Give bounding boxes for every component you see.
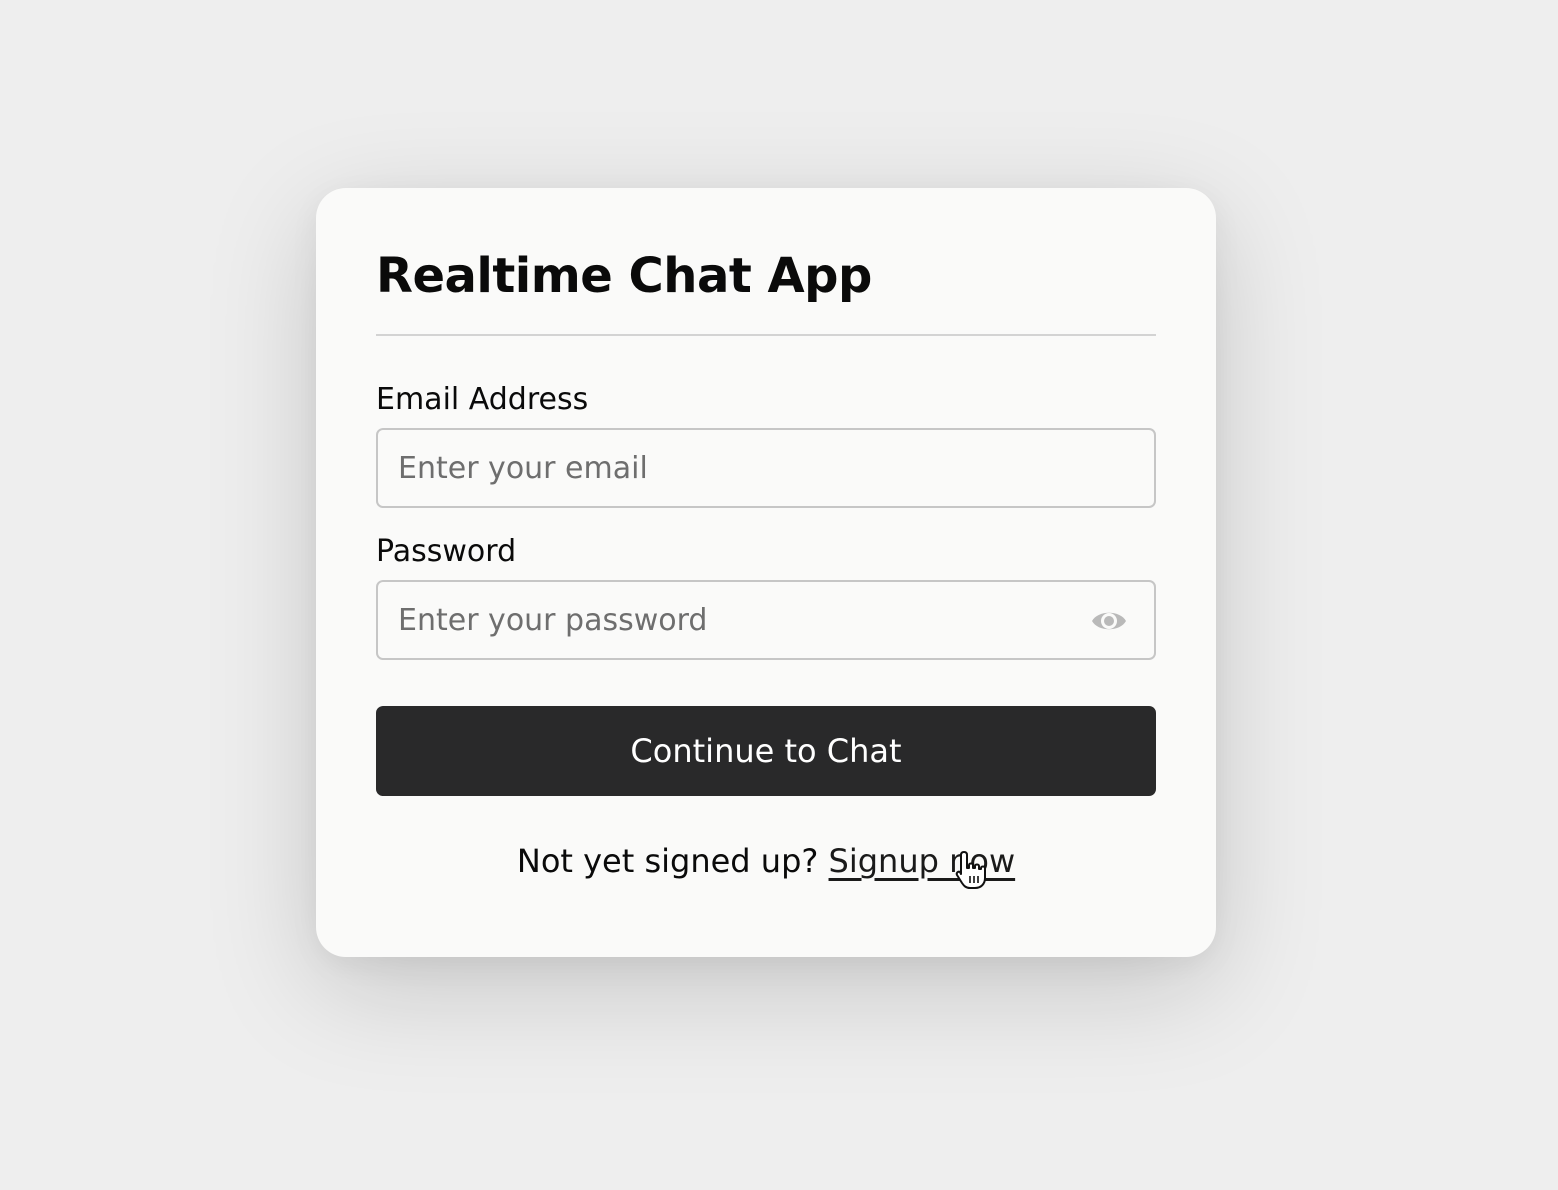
email-input[interactable] bbox=[398, 430, 1078, 506]
password-label: Password bbox=[376, 534, 517, 569]
signup-prompt-text: Not yet signed up? bbox=[516, 842, 819, 880]
page-title: Realtime Chat App bbox=[376, 248, 872, 304]
signup-prompt: Not yet signed up? Signup now bbox=[376, 840, 1156, 882]
signup-link[interactable]: Signup now bbox=[829, 842, 1016, 880]
email-field-container bbox=[376, 428, 1156, 508]
eye-icon[interactable] bbox=[1090, 604, 1128, 638]
continue-to-chat-button[interactable]: Continue to Chat bbox=[376, 706, 1156, 796]
login-card: Realtime Chat App Email Address Password… bbox=[316, 188, 1216, 957]
title-divider bbox=[376, 334, 1156, 336]
password-field-container bbox=[376, 580, 1156, 660]
email-label: Email Address bbox=[376, 382, 589, 417]
password-input[interactable] bbox=[398, 582, 1078, 658]
